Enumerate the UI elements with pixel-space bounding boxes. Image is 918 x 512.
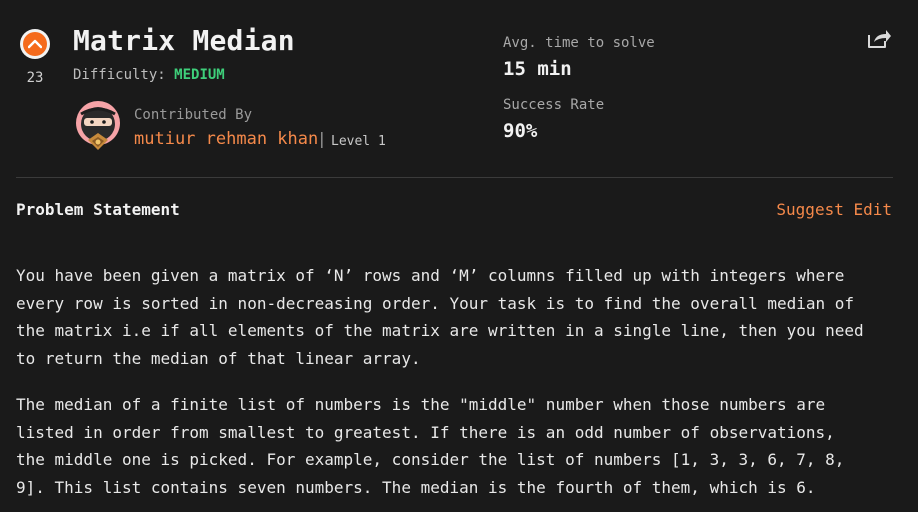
contributed-by-label: Contributed By — [134, 107, 253, 123]
statement-paragraph-1: You have been given a matrix of ‘N’ rows… — [16, 266, 864, 368]
header-divider — [16, 177, 893, 178]
upvote-arrow-icon — [23, 32, 47, 56]
difficulty-label: Difficulty: — [73, 67, 175, 83]
contributor-separator: | — [317, 129, 327, 148]
contributor-name-link[interactable]: mutiur rehman khan — [134, 129, 318, 149]
avg-time-value: 15 min — [503, 58, 572, 80]
problem-title: Matrix Median — [73, 24, 295, 57]
difficulty: Difficulty: MEDIUM — [73, 67, 225, 83]
problem-statement-heading: Problem Statement — [16, 200, 180, 219]
upvote-count: 23 — [26, 70, 44, 86]
suggest-edit-link[interactable]: Suggest Edit — [776, 200, 892, 219]
success-rate-value: 90% — [503, 120, 538, 142]
difficulty-level: MEDIUM — [174, 67, 225, 83]
upvote-button[interactable] — [20, 29, 50, 59]
share-icon[interactable] — [866, 26, 892, 50]
contributor-level: Level 1 — [331, 134, 386, 149]
contributor-avatar[interactable] — [75, 100, 121, 156]
statement-paragraph-2: The median of a finite list of numbers i… — [16, 395, 845, 497]
success-rate-label: Success Rate — [503, 97, 605, 113]
avg-time-label: Avg. time to solve — [503, 35, 655, 51]
